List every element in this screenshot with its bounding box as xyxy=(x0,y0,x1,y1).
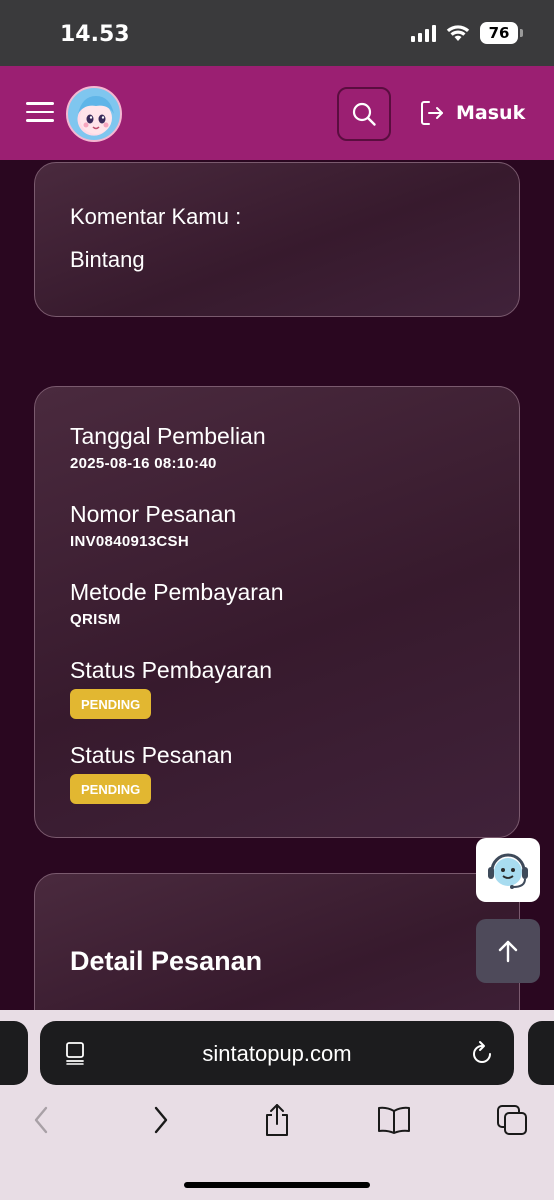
arrow-up-icon xyxy=(498,940,518,963)
next-tab-peek[interactable] xyxy=(528,1021,554,1085)
cellular-signal-icon xyxy=(411,24,436,42)
payment-status-badge: PENDING xyxy=(70,689,152,719)
login-button[interactable]: Masuk xyxy=(420,100,525,126)
order-number-label: Nomor Pesanan xyxy=(70,501,237,527)
wifi-icon xyxy=(446,25,470,41)
site-header: Masuk xyxy=(0,66,554,160)
forward-button[interactable] xyxy=(143,1102,179,1138)
payment-method-value: QRISM xyxy=(70,611,121,628)
comment-card: Komentar Kamu : Bintang xyxy=(34,162,520,317)
status-time: 14.53 xyxy=(60,22,130,47)
mascot-logo-icon xyxy=(78,96,114,134)
chevron-left-icon xyxy=(34,1106,48,1134)
share-icon xyxy=(266,1104,288,1136)
chevron-right-icon xyxy=(154,1106,168,1134)
customer-support-button[interactable] xyxy=(476,838,540,902)
hamburger-menu-icon[interactable] xyxy=(26,102,54,124)
previous-tab-peek[interactable] xyxy=(0,1021,28,1085)
scroll-to-top-button[interactable] xyxy=(476,919,540,983)
purchase-date-value: 2025-08-16 08:10:40 xyxy=(70,455,217,472)
order-info-card: Tanggal Pembelian 2025-08-16 08:10:40 No… xyxy=(34,386,520,838)
order-status-badge: PENDING xyxy=(70,774,152,804)
reload-icon[interactable] xyxy=(470,1040,494,1066)
site-logo[interactable] xyxy=(66,86,122,142)
comment-value: Bintang xyxy=(70,247,145,272)
battery-icon: 76 xyxy=(480,22,523,44)
login-icon xyxy=(421,101,443,125)
status-bar: 14.53 76 xyxy=(0,0,554,66)
payment-status-label: Status Pembayaran xyxy=(70,657,273,683)
book-icon xyxy=(378,1106,410,1134)
search-icon xyxy=(352,102,376,126)
url-text[interactable]: sintatopup.com xyxy=(40,1041,514,1067)
browser-bar: sintatopup.com xyxy=(0,1010,554,1200)
order-status-label: Status Pesanan xyxy=(70,742,233,768)
order-detail-title: Detail Pesanan xyxy=(70,946,263,976)
address-bar[interactable]: sintatopup.com xyxy=(40,1021,514,1085)
purchase-date-label: Tanggal Pembelian xyxy=(70,423,266,449)
comment-label: Komentar Kamu : xyxy=(70,204,242,229)
tabs-button[interactable] xyxy=(494,1102,530,1138)
share-button[interactable] xyxy=(259,1102,295,1138)
bookmarks-button[interactable] xyxy=(376,1102,412,1138)
login-label: Masuk xyxy=(456,102,526,124)
headset-support-icon xyxy=(488,853,528,889)
order-number-value: INV0840913CSH xyxy=(70,533,189,550)
status-icons: 76 xyxy=(411,22,523,44)
search-button[interactable] xyxy=(337,87,391,141)
tabs-icon xyxy=(497,1105,527,1135)
home-indicator xyxy=(184,1182,370,1188)
back-button[interactable] xyxy=(23,1102,59,1138)
payment-method-label: Metode Pembayaran xyxy=(70,579,284,605)
